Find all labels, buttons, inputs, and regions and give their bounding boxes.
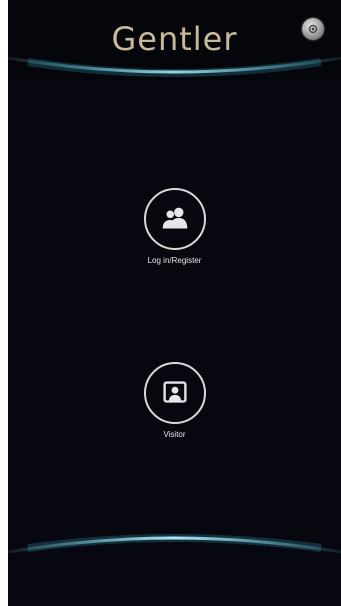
gear-icon[interactable] bbox=[302, 18, 324, 40]
login-register-label: Log in/Register bbox=[147, 256, 202, 265]
visitor-circle[interactable] bbox=[143, 362, 206, 424]
users-icon bbox=[162, 207, 187, 229]
login-register-button[interactable]: Log in/Register bbox=[8, 188, 341, 265]
visitor-button[interactable]: Visitor bbox=[8, 362, 341, 439]
bottom-glow-arc bbox=[8, 534, 341, 554]
login-circle[interactable] bbox=[143, 188, 206, 250]
top-glow-arc bbox=[8, 56, 341, 77]
gear-icon-glyph bbox=[308, 24, 318, 34]
app-screen: Gentler Log in/Register Visitor bbox=[8, 0, 341, 606]
visitor-label: Visitor bbox=[163, 430, 186, 439]
visitor-icon bbox=[162, 381, 187, 403]
